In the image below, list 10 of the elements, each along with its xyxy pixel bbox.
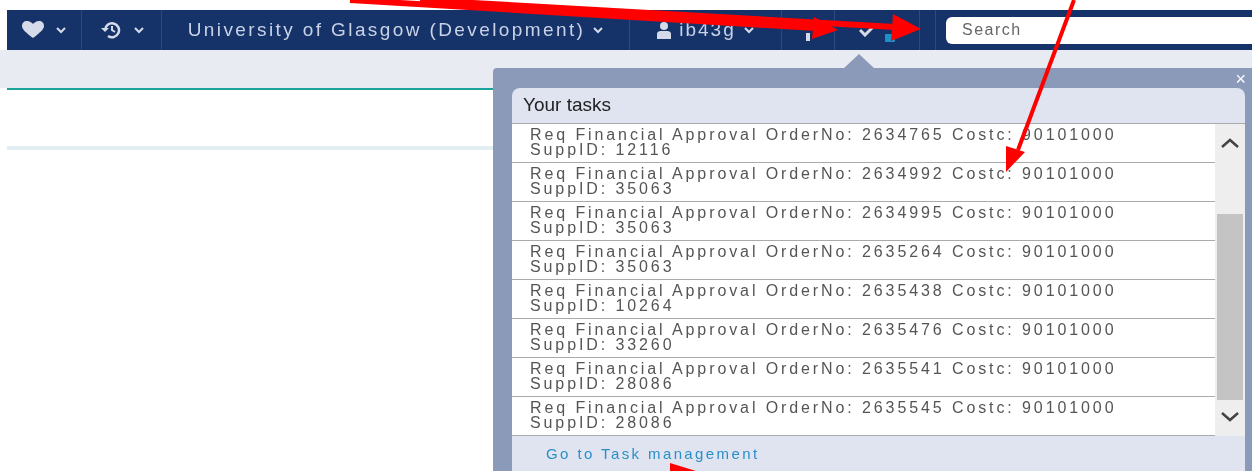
task-item[interactable]: Req Financial Approval OrderNo: 2635476 Costc: 90101000 SuppID: 33260	[512, 319, 1215, 358]
task-item[interactable]: Req Financial Approval OrderNo: 2635264 Costc: 90101000 SuppID: 35063	[512, 241, 1215, 280]
popup-title: Your tasks	[522, 93, 612, 117]
user-menu-label: ib43g	[679, 17, 736, 42]
task-item[interactable]: Req Financial Approval OrderNo: 2635545 Costc: 90101000 SuppID: 28086	[512, 397, 1215, 436]
task-item[interactable]: Req Financial Approval OrderNo: 2635541 Costc: 90101000 SuppID: 28086	[512, 358, 1215, 397]
search-field[interactable]: Search	[946, 16, 1252, 44]
site-menu-label: University of Glasgow (Development)	[187, 17, 586, 42]
task-item[interactable]: Req Financial Approval OrderNo: 2634995 Costc: 90101000 SuppID: 35063	[512, 202, 1215, 241]
task-item[interactable]: Req Financial Approval OrderNo: 2635438 Costc: 90101000 SuppID: 10264	[512, 280, 1215, 319]
